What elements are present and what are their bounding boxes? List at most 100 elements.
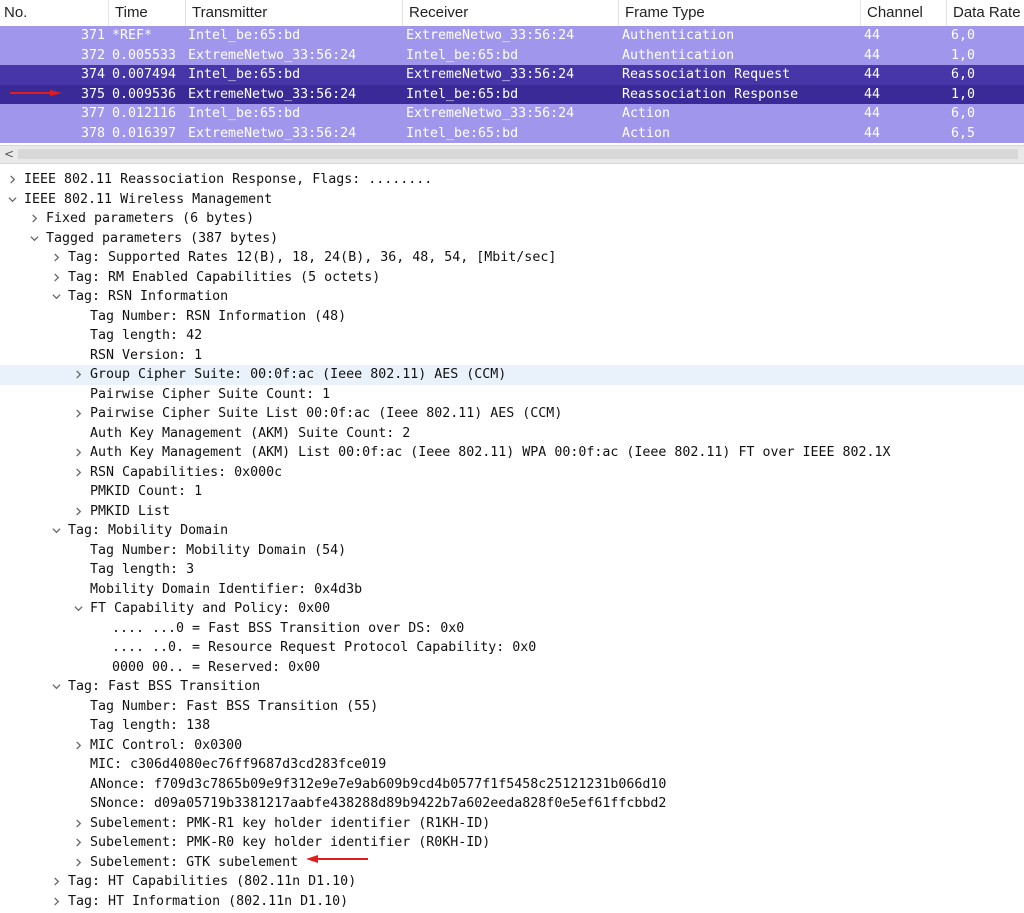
- packet-row[interactable]: 372 0.005533 ExtremeNetwo_33:56:24 Intel_be…: [0, 45, 1024, 65]
- column-header-receiver[interactable]: Receiver: [402, 0, 618, 26]
- chevron-right-icon[interactable]: [72, 365, 84, 385]
- tree-item-label: Auth Key Management (AKM) Suite Count: 2: [90, 425, 411, 441]
- tree-item[interactable]: Group Cipher Suite: 00:0f:ac (Ieee 802.1…: [0, 365, 1024, 385]
- tree-item-label: Tag Number: RSN Information (48): [90, 308, 347, 324]
- packet-cell-ch: 44: [864, 67, 881, 82]
- tree-item[interactable]: PMKID List: [0, 502, 1024, 522]
- tree-item[interactable]: Tag: RM Enabled Capabilities (5 octets): [0, 268, 1024, 288]
- tree-item-label: PMKID Count: 1: [90, 484, 203, 499]
- tree-item[interactable]: Tag Number: RSN Information (48): [0, 307, 1024, 327]
- tree-item[interactable]: Tag: Fast BSS Transition: [0, 677, 1024, 697]
- tree-item[interactable]: Tag: RSN Information: [0, 287, 1024, 307]
- chevron-down-icon[interactable]: [50, 677, 62, 697]
- chevron-right-icon[interactable]: [72, 814, 84, 834]
- tree-item[interactable]: PMKID Count: 1: [0, 482, 1024, 502]
- packet-cell-rate: 6,0: [951, 106, 976, 121]
- tree-item-label: Pairwise Cipher Suite List 00:0f:ac (Iee…: [90, 406, 563, 421]
- packet-row[interactable]: 375 0.009536 ExtremeNetwo_33:56:24 Intel_be…: [0, 84, 1024, 104]
- column-header-channel[interactable]: Channel: [860, 0, 946, 26]
- column-header-frame-type[interactable]: Frame Type: [618, 0, 860, 26]
- tree-item[interactable]: Subelement: PMK-R1 key holder identifier…: [0, 814, 1024, 834]
- tree-item[interactable]: Tag: Mobility Domain: [0, 521, 1024, 541]
- chevron-right-icon[interactable]: [50, 268, 62, 288]
- tree-item[interactable]: Tagged parameters (387 bytes): [0, 229, 1024, 249]
- chevron-right-icon[interactable]: [50, 872, 62, 892]
- scrollbar-thumb[interactable]: [18, 149, 1018, 159]
- tree-item[interactable]: Tag: HT Capabilities (802.11n D1.10): [0, 872, 1024, 892]
- chevron-down-icon[interactable]: [72, 599, 84, 619]
- tree-item-label: .... ...0 = Fast BSS Transition over DS:…: [112, 620, 465, 636]
- chevron-right-icon[interactable]: [72, 833, 84, 853]
- chevron-right-icon[interactable]: [72, 443, 84, 463]
- tree-item[interactable]: ANonce: f709d3c7865b09e9f312e9e7e9ab609b…: [0, 775, 1024, 795]
- tree-item[interactable]: Tag: Supported Rates 12(B), 18, 24(B), 3…: [0, 248, 1024, 268]
- packet-cell-rx: ExtremeNetwo_33:56:24: [406, 106, 575, 121]
- tree-item[interactable]: MIC: c306d4080ec76ff9687d3cd283fce019: [0, 755, 1024, 775]
- column-header-transmitter[interactable]: Transmitter: [185, 0, 402, 26]
- chevron-down-icon[interactable]: [28, 229, 40, 249]
- tree-item[interactable]: RSN Capabilities: 0x000c: [0, 463, 1024, 483]
- chevron-right-icon[interactable]: [72, 853, 84, 873]
- tree-item[interactable]: IEEE 802.11 Reassociation Response, Flag…: [0, 170, 1024, 190]
- tree-item[interactable]: Subelement: PMK-R0 key holder identifier…: [0, 833, 1024, 853]
- column-header-data-rate[interactable]: Data Rate: [946, 0, 1024, 26]
- tree-item-label: Mobility Domain Identifier: 0x4d3b: [90, 581, 363, 597]
- chevron-right-icon[interactable]: [72, 736, 84, 756]
- tree-item[interactable]: Auth Key Management (AKM) Suite Count: 2: [0, 424, 1024, 444]
- tree-item[interactable]: .... ..0. = Resource Request Protocol Ca…: [0, 638, 1024, 658]
- tree-item-label: RSN Capabilities: 0x000c: [90, 464, 283, 480]
- tree-item[interactable]: .... ...0 = Fast BSS Transition over DS:…: [0, 619, 1024, 639]
- tree-item[interactable]: Tag Number: Fast BSS Transition (55): [0, 697, 1024, 717]
- tree-item-label: SNonce: d09a05719b3381217aabfe438288d89b…: [90, 796, 667, 811]
- tree-item-label: Tag Number: Fast BSS Transition (55): [90, 698, 379, 714]
- tree-item[interactable]: Tag length: 138: [0, 716, 1024, 736]
- chevron-right-icon[interactable]: [50, 248, 62, 268]
- tree-item[interactable]: Tag length: 42: [0, 326, 1024, 346]
- chevron-right-icon[interactable]: [6, 170, 18, 190]
- packet-cell-type: Authentication: [622, 28, 735, 43]
- tree-item-label: Tag: HT Capabilities (802.11n D1.10): [68, 874, 357, 889]
- chevron-right-icon[interactable]: [28, 209, 40, 229]
- tree-item-label: ANonce: f709d3c7865b09e9f312e9e7e9ab609b…: [90, 776, 667, 792]
- packet-cell-no: 377: [80, 106, 105, 121]
- tree-item-label: Tag Number: Mobility Domain (54): [90, 542, 347, 558]
- packet-row[interactable]: 377 0.012116 Intel_be:65:bd ExtremeNetwo_33…: [0, 104, 1024, 124]
- scroll-left-icon[interactable]: <: [2, 146, 16, 163]
- chevron-down-icon[interactable]: [6, 190, 18, 210]
- tree-item[interactable]: Tag length: 3: [0, 560, 1024, 580]
- tree-item[interactable]: Fixed parameters (6 bytes): [0, 209, 1024, 229]
- tree-item[interactable]: FT Capability and Policy: 0x00: [0, 599, 1024, 619]
- packet-cell-time: *REF*: [112, 28, 153, 43]
- packet-cell-no: 371: [80, 28, 105, 43]
- chevron-right-icon[interactable]: [50, 892, 62, 912]
- chevron-down-icon[interactable]: [50, 287, 62, 307]
- tree-item[interactable]: SNonce: d09a05719b3381217aabfe438288d89b…: [0, 794, 1024, 814]
- tree-item[interactable]: Tag Number: Mobility Domain (54): [0, 541, 1024, 561]
- packet-cell-rx: ExtremeNetwo_33:56:24: [406, 28, 575, 43]
- column-header-no[interactable]: No.: [0, 0, 108, 26]
- tree-item[interactable]: Pairwise Cipher Suite Count: 1: [0, 385, 1024, 405]
- chevron-right-icon[interactable]: [72, 502, 84, 522]
- tree-item-label: IEEE 802.11 Reassociation Response, Flag…: [24, 172, 433, 187]
- horizontal-scrollbar[interactable]: <: [0, 145, 1024, 164]
- packet-cell-type: Reassociation Request: [622, 67, 791, 82]
- tree-item-label: Subelement: PMK-R1 key holder identifier…: [90, 815, 491, 831]
- chevron-right-icon[interactable]: [72, 463, 84, 483]
- tree-item[interactable]: Tag: HT Information (802.11n D1.10): [0, 892, 1024, 912]
- tree-item[interactable]: Mobility Domain Identifier: 0x4d3b: [0, 580, 1024, 600]
- packet-row[interactable]: 374 0.007494 Intel_be:65:bd ExtremeNetwo_33…: [0, 65, 1024, 85]
- tree-item[interactable]: Subelement: GTK subelement: [0, 853, 1024, 873]
- tree-item[interactable]: IEEE 802.11 Wireless Management: [0, 190, 1024, 210]
- tree-item[interactable]: MIC Control: 0x0300: [0, 736, 1024, 756]
- packet-row[interactable]: 378 0.016397 ExtremeNetwo_33:56:24 Intel_be…: [0, 123, 1024, 143]
- tree-item[interactable]: 0000 00.. = Reserved: 0x00: [0, 658, 1024, 678]
- tree-item[interactable]: RSN Version: 1: [0, 346, 1024, 366]
- tree-item-label: FT Capability and Policy: 0x00: [90, 601, 331, 616]
- chevron-right-icon[interactable]: [72, 404, 84, 424]
- packet-row[interactable]: 371 *REF* Intel_be:65:bd ExtremeNetwo_33:56…: [0, 26, 1024, 46]
- chevron-down-icon[interactable]: [50, 521, 62, 541]
- packet-cell-tx: Intel_be:65:bd: [188, 106, 301, 121]
- tree-item[interactable]: Pairwise Cipher Suite List 00:0f:ac (Iee…: [0, 404, 1024, 424]
- column-header-time[interactable]: Time: [108, 0, 185, 26]
- tree-item[interactable]: Auth Key Management (AKM) List 00:0f:ac …: [0, 443, 1024, 463]
